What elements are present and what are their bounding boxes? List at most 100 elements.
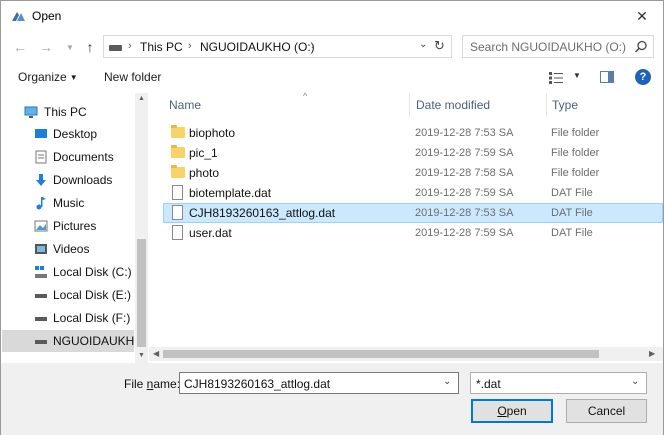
file-date: 2019-12-28 7:59 SA bbox=[415, 227, 514, 239]
file-row-pic-1[interactable]: pic_1 2019-12-28 7:59 SA File folder bbox=[163, 143, 663, 163]
nav-item-label: Downloads bbox=[53, 173, 113, 187]
scroll-down-icon[interactable]: ▼ bbox=[138, 352, 145, 359]
file-name: pic_1 bbox=[189, 146, 218, 160]
search-icon[interactable] bbox=[634, 40, 648, 54]
chevron-down-icon[interactable]: ⌄ bbox=[443, 376, 451, 387]
file-type: File folder bbox=[551, 127, 600, 139]
nav-item-pictures[interactable]: Pictures bbox=[2, 215, 134, 237]
view-details-icon[interactable] bbox=[549, 72, 563, 84]
file-row-attlog[interactable]: CJH8193260163_attlog.dat 2019-12-28 7:53… bbox=[163, 203, 663, 223]
file-row-biotemplate[interactable]: biotemplate.dat 2019-12-28 7:59 SA DAT F… bbox=[163, 183, 663, 203]
nav-item-this-pc[interactable]: This PC bbox=[2, 101, 134, 123]
preview-pane-icon[interactable] bbox=[600, 71, 614, 83]
search-input[interactable]: Search NGUOIDAUKHO (O:) bbox=[462, 35, 654, 58]
breadcrumb-drive[interactable]: NGUOIDAUKHO (O:) bbox=[200, 40, 315, 54]
view-options-caret-icon[interactable]: ▼ bbox=[573, 71, 581, 80]
breadcrumb-separator-icon[interactable]: › bbox=[188, 40, 192, 52]
pictures-icon bbox=[34, 220, 48, 232]
file-type: File folder bbox=[551, 147, 600, 159]
forward-button[interactable]: → bbox=[37, 39, 55, 55]
nav-item-label: Local Disk (F:) bbox=[53, 311, 131, 325]
organize-button[interactable]: Organize ▼ bbox=[18, 70, 78, 84]
drive-icon bbox=[35, 340, 47, 344]
column-header-type[interactable]: Type bbox=[552, 93, 652, 117]
file-name: biophoto bbox=[189, 126, 236, 140]
nav-item-music[interactable]: Music bbox=[2, 192, 134, 214]
drive-windows-icon bbox=[35, 266, 47, 278]
file-type-filter-value: *.dat bbox=[476, 377, 501, 391]
breadcrumb-separator-icon[interactable]: › bbox=[311, 40, 315, 52]
forward-arrow-icon: → bbox=[39, 39, 53, 55]
open-button[interactable]: Open bbox=[471, 399, 553, 423]
download-arrow-icon bbox=[36, 174, 46, 186]
folder-icon bbox=[171, 165, 185, 178]
column-header-name[interactable]: ^ Name bbox=[169, 91, 409, 117]
videos-icon bbox=[35, 244, 47, 254]
close-button[interactable]: ✕ bbox=[629, 5, 655, 27]
nav-item-desktop[interactable]: Desktop bbox=[2, 123, 134, 145]
back-arrow-icon: ← bbox=[13, 39, 27, 55]
nav-item-label: Videos bbox=[53, 242, 90, 256]
file-type: DAT File bbox=[551, 187, 593, 199]
file-name: photo bbox=[189, 166, 220, 180]
nav-item-label: Local Disk (C:) bbox=[53, 265, 132, 279]
file-name-label: File name: bbox=[124, 377, 181, 391]
nav-item-label: This PC bbox=[44, 105, 87, 119]
refresh-icon[interactable]: ↻ bbox=[434, 38, 445, 54]
navigation-pane[interactable]: This PC Desktop Documents Downloads Musi… bbox=[2, 93, 148, 363]
up-arrow-icon: ↑ bbox=[86, 39, 94, 55]
scrollbar-thumb[interactable] bbox=[137, 239, 146, 347]
file-date: 2019-12-28 7:53 SA bbox=[415, 127, 514, 139]
scroll-left-icon[interactable]: ◀ bbox=[153, 349, 159, 358]
file-date: 2019-12-28 7:58 SA bbox=[415, 167, 514, 179]
search-placeholder: Search NGUOIDAUKHO (O:) bbox=[470, 40, 627, 54]
nav-item-nguoidaukho[interactable]: NGUOIDAUKHO bbox=[2, 330, 144, 352]
file-type: DAT File bbox=[551, 207, 593, 219]
file-name: biotemplate.dat bbox=[189, 186, 272, 200]
file-row-photo[interactable]: photo 2019-12-28 7:58 SA File folder bbox=[163, 163, 663, 183]
address-bar[interactable]: › This PC › NGUOIDAUKHO (O:) › ⌄ ↻ bbox=[103, 35, 452, 58]
nav-item-downloads[interactable]: Downloads bbox=[2, 169, 134, 191]
recent-locations-button[interactable]: ▼ bbox=[61, 39, 79, 55]
nav-item-label: Desktop bbox=[53, 127, 98, 141]
breadcrumb-this-pc[interactable]: This PC bbox=[140, 40, 183, 54]
address-history-dropdown[interactable]: ⌄ bbox=[419, 39, 427, 50]
file-type: File folder bbox=[551, 167, 600, 179]
scrollbar-thumb[interactable] bbox=[163, 350, 599, 358]
cancel-button[interactable]: Cancel bbox=[566, 399, 647, 423]
horizontal-scrollbar[interactable]: ◀ ▶ bbox=[149, 347, 663, 361]
chevron-down-icon: ▼ bbox=[66, 42, 74, 52]
breadcrumb-separator-icon[interactable]: › bbox=[128, 40, 132, 52]
scroll-right-icon[interactable]: ▶ bbox=[649, 349, 655, 358]
toolbar: Organize ▼ New folder ▼ ? bbox=[1, 63, 663, 91]
drive-icon bbox=[109, 45, 122, 51]
nav-item-local-disk-c[interactable]: Local Disk (C:) bbox=[2, 261, 134, 283]
new-folder-button[interactable]: New folder bbox=[104, 70, 161, 84]
file-row-user[interactable]: user.dat 2019-12-28 7:59 SA DAT File bbox=[163, 223, 663, 243]
file-name-input[interactable]: CJH8193260163_attlog.dat ⌄ bbox=[179, 372, 459, 394]
bottom-panel: File name: CJH8193260163_attlog.dat ⌄ *.… bbox=[1, 363, 663, 435]
file-row-biophoto[interactable]: biophoto 2019-12-28 7:53 SA File folder bbox=[163, 123, 663, 143]
drive-icon bbox=[35, 294, 47, 298]
nav-item-videos[interactable]: Videos bbox=[2, 238, 134, 260]
title-bar[interactable]: Open ✕ bbox=[1, 1, 663, 31]
column-divider[interactable] bbox=[546, 93, 547, 117]
up-button[interactable]: ↑ bbox=[81, 39, 99, 55]
nav-scrollbar[interactable]: ▲ ▼ bbox=[135, 93, 148, 363]
nav-item-documents[interactable]: Documents bbox=[2, 146, 134, 168]
help-icon[interactable]: ? bbox=[635, 69, 651, 85]
back-button[interactable]: ← bbox=[11, 39, 29, 55]
scroll-up-icon[interactable]: ▲ bbox=[138, 95, 145, 102]
file-type-filter-select[interactable]: *.dat ⌄ bbox=[470, 372, 647, 394]
column-header-date[interactable]: Date modified bbox=[416, 93, 546, 117]
folder-icon bbox=[171, 145, 185, 158]
nav-item-local-disk-f[interactable]: Local Disk (F:) bbox=[2, 307, 134, 329]
file-list[interactable]: ^ Name Date modified Type biophoto 2019-… bbox=[149, 91, 663, 363]
computer-icon bbox=[24, 106, 38, 118]
app-icon bbox=[12, 12, 25, 21]
nav-item-local-disk-e[interactable]: Local Disk (E:) bbox=[2, 284, 134, 306]
file-name-value: CJH8193260163_attlog.dat bbox=[184, 377, 331, 391]
music-note-icon bbox=[36, 197, 46, 210]
column-divider[interactable] bbox=[409, 93, 410, 117]
folder-icon bbox=[171, 125, 185, 138]
